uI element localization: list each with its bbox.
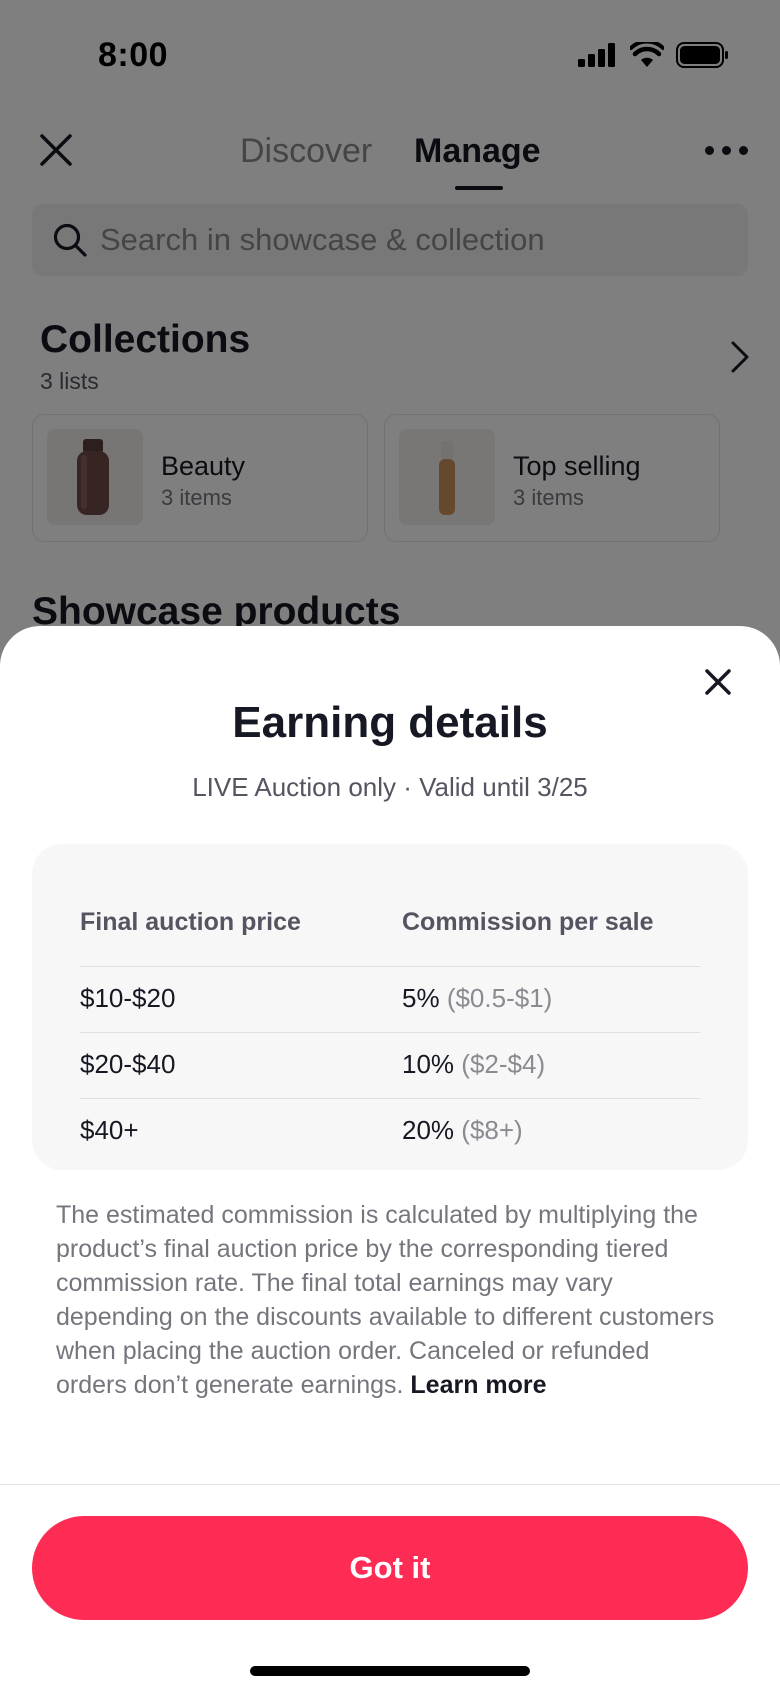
close-icon[interactable] <box>700 664 736 700</box>
got-it-button[interactable]: Got it <box>32 1516 748 1620</box>
table-row: $10-$20 5% ($0.5-$1) <box>80 967 700 1033</box>
amount-range: ($2-$4) <box>461 1049 546 1079</box>
price-cell: $10-$20 <box>80 983 176 1013</box>
sheet-title: Earning details <box>232 698 548 747</box>
rate: 10% <box>402 1049 455 1079</box>
table-header-price: Final auction price <box>80 908 301 936</box>
price-cell: $40+ <box>80 1115 139 1145</box>
commission-description: The estimated commission is calculated b… <box>56 1198 726 1402</box>
commission-cell: 10% ($2-$4) <box>402 1049 545 1080</box>
commission-table: Final auction price Commission per sale … <box>32 844 748 1170</box>
rate: 20% <box>402 1115 455 1145</box>
table-header-commission: Commission per sale <box>402 908 654 936</box>
divider <box>0 1484 780 1485</box>
price-cell: $20-$40 <box>80 1049 176 1079</box>
rate: 5% <box>402 983 440 1013</box>
earning-details-sheet: Earning details LIVE Auction only · Vali… <box>0 626 780 1688</box>
description-text: The estimated commission is calculated b… <box>56 1201 715 1399</box>
commission-cell: 5% ($0.5-$1) <box>402 983 552 1014</box>
learn-more-link[interactable]: Learn more <box>410 1371 546 1399</box>
table-row: $40+ 20% ($8+) <box>80 1099 700 1165</box>
home-indicator[interactable] <box>250 1666 530 1676</box>
sheet-subtitle: LIVE Auction only · Valid until 3/25 <box>192 772 588 802</box>
amount-range: ($0.5-$1) <box>446 983 553 1013</box>
table-row: $20-$40 10% ($2-$4) <box>80 1033 700 1099</box>
amount-range: ($8+) <box>461 1115 523 1145</box>
commission-cell: 20% ($8+) <box>402 1115 523 1146</box>
